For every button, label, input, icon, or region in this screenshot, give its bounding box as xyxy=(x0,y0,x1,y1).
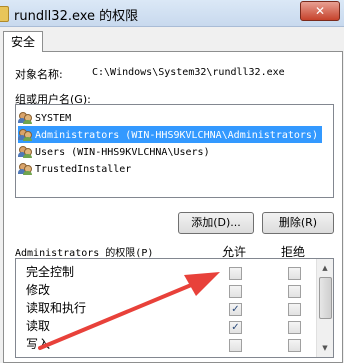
annotation-arrow-icon xyxy=(38,272,220,350)
